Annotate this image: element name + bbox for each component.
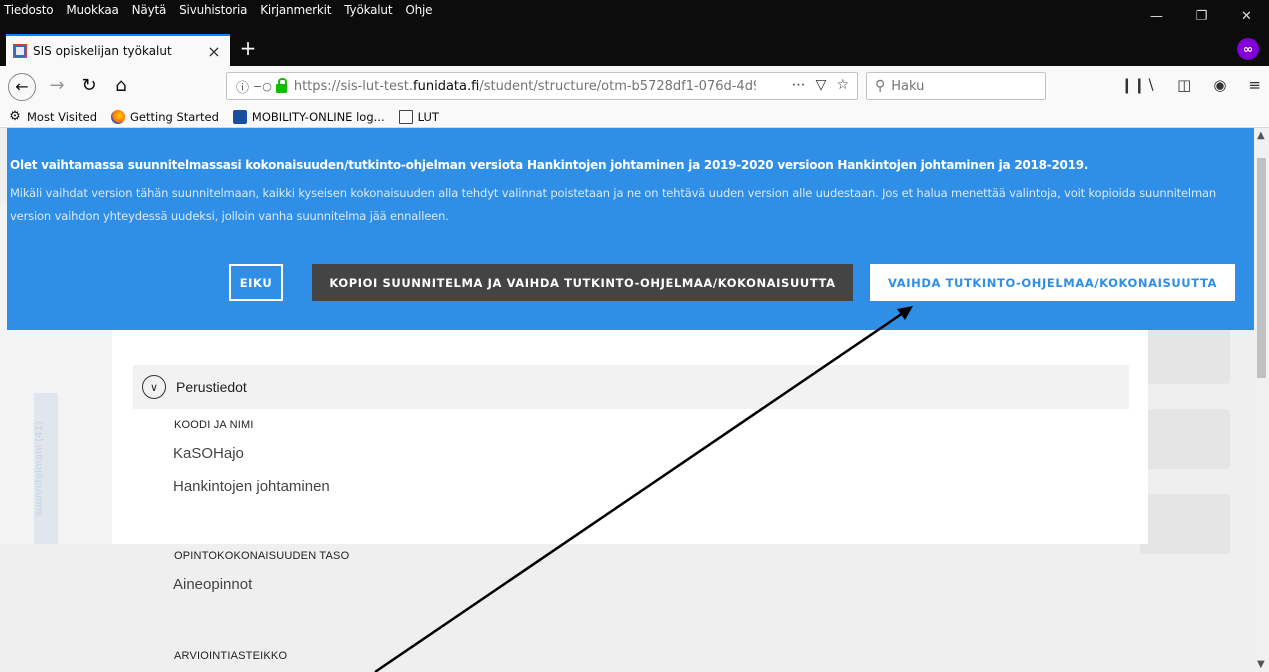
menu-bar: Tiedosto Muokkaa Näytä Sivuhistoria Kirj… <box>0 0 1269 32</box>
bookmark-mobility-online[interactable]: MOBILITY-ONLINE log... <box>232 109 385 124</box>
window-controls: — ❐ ✕ <box>1134 0 1269 32</box>
search-placeholder: Haku <box>891 78 925 94</box>
menu-edit[interactable]: Muokkaa <box>59 3 124 17</box>
menu-help[interactable]: Ohje <box>398 3 438 17</box>
ghost-card <box>1140 494 1230 554</box>
section-title: Perustiedot <box>176 379 247 395</box>
bookmark-label: Getting Started <box>130 109 219 124</box>
tab-strip: SIS opiskelijan työkalut × + ∞ <box>0 32 1269 66</box>
key-icon[interactable]: −○ <box>253 80 272 93</box>
restore-icon[interactable]: ❐ <box>1179 0 1224 32</box>
ghost-card <box>1140 409 1230 469</box>
info-icon[interactable]: ⓘ <box>236 77 249 96</box>
sidebar-icon[interactable]: ◫ <box>1177 76 1191 94</box>
menu-view[interactable]: Näytä <box>125 3 173 17</box>
menu-list: Tiedosto Muokkaa Näytä Sivuhistoria Kirj… <box>0 3 438 17</box>
toolbar-right: ❙❙∖ ◫ ◉ ≡ <box>1120 76 1261 94</box>
lock-icon[interactable] <box>275 77 287 93</box>
cancel-button[interactable]: EIKU <box>229 264 283 301</box>
account-icon[interactable]: ◉ <box>1213 76 1226 94</box>
menu-file[interactable]: Tiedosto <box>0 3 59 17</box>
banner-body: Mikäli vaihdat version tähän suunnitelma… <box>10 186 1217 223</box>
bookmark-label: LUT <box>417 109 439 124</box>
copy-and-switch-button[interactable]: KOPIOI SUUNNITELMA JA VAIHDA TUTKINTO-OH… <box>312 264 853 301</box>
bookmark-label: Most Visited <box>27 109 97 124</box>
section-basic-info[interactable]: ∨ Perustiedot <box>133 365 1129 409</box>
plan-side-tab[interactable]: suunnitelmani (41) <box>34 393 58 544</box>
scroll-thumb[interactable] <box>1257 158 1266 378</box>
tab-title: SIS opiskelijan työkalut <box>33 44 172 58</box>
new-tab-icon[interactable]: + <box>236 36 260 62</box>
gear-icon: ⚙ <box>9 108 21 124</box>
page-actions: ⋯ ▽ ☆ <box>792 77 849 93</box>
address-bar[interactable]: ⓘ −○ https://sis-lut-test.funidata.fi/st… <box>226 72 858 100</box>
switch-version-button[interactable]: VAIHDA TUTKINTO-OHJELMAA/KOKONAISUUTTA <box>870 264 1235 301</box>
close-tab-icon[interactable]: × <box>204 42 224 61</box>
search-icon: ⚲ <box>875 78 886 94</box>
bookmark-lut[interactable]: LUT <box>398 109 439 124</box>
bookmark-star-icon[interactable]: ☆ <box>836 77 849 93</box>
site-favicon-icon <box>13 44 27 58</box>
bookmarks-bar: ⚙ Most Visited Getting Started MOBILITY-O… <box>0 106 1269 128</box>
tab-sis[interactable]: SIS opiskelijan työkalut × <box>6 34 230 66</box>
close-window-icon[interactable]: ✕ <box>1224 0 1269 32</box>
search-input[interactable]: ⚲ Haku <box>866 72 1046 100</box>
bookmark-most-visited[interactable]: ⚙ Most Visited <box>8 108 97 124</box>
ghost-card <box>1140 324 1230 384</box>
minimize-icon[interactable]: — <box>1134 0 1179 32</box>
home-icon[interactable]: ⌂ <box>108 73 134 99</box>
course-code: KaSOHajo <box>173 445 244 462</box>
nav-bar: ← → ↻ ⌂ ⓘ −○ https://sis-lut-test.funida… <box>0 66 1269 106</box>
course-name: Hankintojen johtaminen <box>173 478 330 495</box>
menu-bookmarks[interactable]: Kirjanmerkit <box>253 3 337 17</box>
hamburger-menu-icon[interactable]: ≡ <box>1248 76 1261 94</box>
bookmark-label: MOBILITY-ONLINE log... <box>251 109 385 124</box>
menu-history[interactable]: Sivuhistoria <box>172 3 253 17</box>
scroll-down-icon[interactable]: ▼ <box>1257 659 1265 670</box>
folder-icon <box>398 109 413 124</box>
menu-tools[interactable]: Työkalut <box>337 3 398 17</box>
banner-headline: Olet vaihtamassa suunnitelmassasi kokona… <box>10 158 1089 172</box>
bookmark-getting-started[interactable]: Getting Started <box>111 109 219 124</box>
more-actions-icon[interactable]: ⋯ <box>792 77 806 93</box>
firefox-icon <box>111 109 125 124</box>
level-value: Aineopinnot <box>173 576 253 593</box>
back-arrow-icon[interactable]: ← <box>8 73 36 101</box>
mobility-online-icon <box>232 109 247 124</box>
grading-label: ARVIOINTIASTEIKKO <box>174 650 288 662</box>
pocket-icon[interactable]: ▽ <box>816 77 827 93</box>
page-scrollbar[interactable]: ▲ ▼ <box>1254 128 1269 672</box>
reload-icon[interactable]: ↻ <box>76 73 102 99</box>
chevron-down-icon[interactable]: ∨ <box>142 375 166 399</box>
code-name-label: KOODI JA NIMI <box>174 419 254 431</box>
scroll-up-icon[interactable]: ▲ <box>1257 130 1265 141</box>
private-browsing-icon: ∞ <box>1237 38 1259 60</box>
url-text: https://sis-lut-test.funidata.fi/student… <box>293 78 756 94</box>
version-change-banner: Olet vaihtamassa suunnitelmassasi kokona… <box>7 128 1254 330</box>
library-icon[interactable]: ❙❙∖ <box>1120 76 1155 94</box>
forward-arrow-icon[interactable]: → <box>44 73 70 99</box>
level-label: OPINTOKOKONAISUUDEN TASO <box>174 550 350 562</box>
